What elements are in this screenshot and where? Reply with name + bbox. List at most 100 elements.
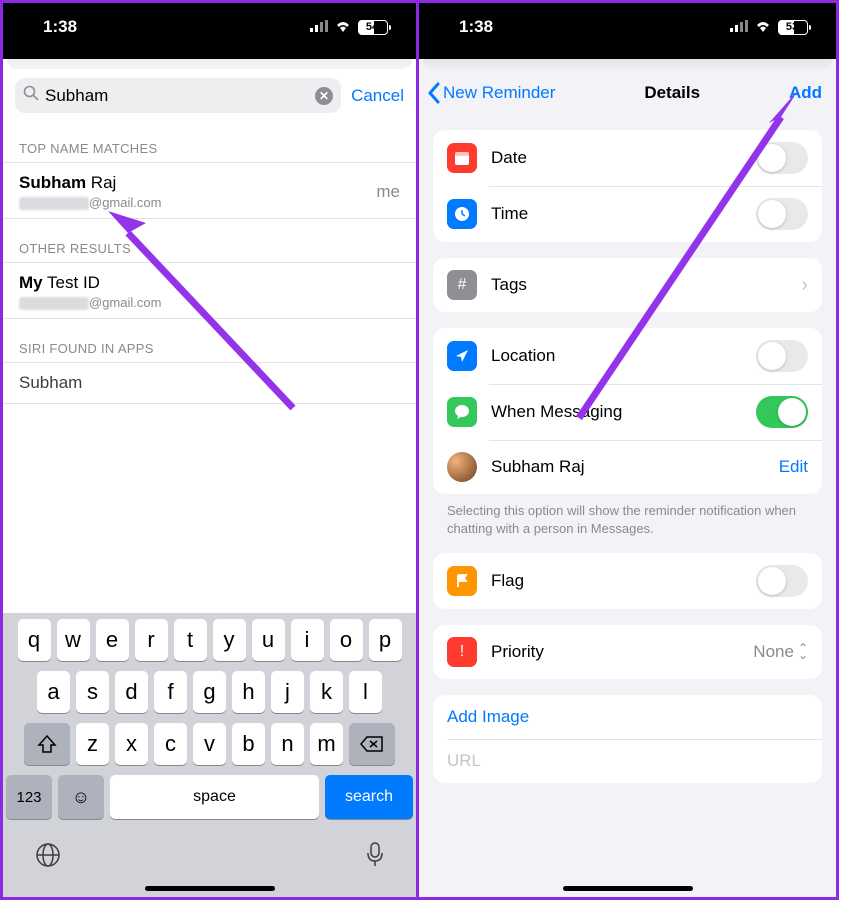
contact-email: @gmail.com bbox=[19, 195, 161, 210]
back-button[interactable]: New Reminder bbox=[427, 82, 555, 104]
flag-toggle[interactable] bbox=[756, 565, 808, 597]
cancel-button[interactable]: Cancel bbox=[351, 86, 404, 106]
group-priority: ! Priority None ⌃⌄ bbox=[433, 625, 822, 679]
group-location-messaging: Location When Messaging Subham Raj Edit bbox=[433, 328, 822, 494]
messages-icon bbox=[447, 397, 477, 427]
key-x[interactable]: x bbox=[115, 723, 148, 765]
wifi-icon bbox=[754, 19, 772, 35]
priority-icon: ! bbox=[447, 637, 477, 667]
key-e[interactable]: e bbox=[96, 619, 129, 661]
phone-right-reminder-details: 1:38 53 New Reminder Details Add Date bbox=[419, 0, 839, 900]
section-siri: SIRI FOUND IN APPS bbox=[3, 319, 416, 363]
sheet-backdrop bbox=[423, 59, 832, 69]
cell-add-image[interactable]: Add Image bbox=[433, 695, 822, 739]
status-indicators: 54 bbox=[310, 19, 388, 35]
shift-key[interactable] bbox=[24, 723, 70, 765]
chevron-right-icon: › bbox=[801, 274, 808, 297]
priority-value: None ⌃⌄ bbox=[753, 642, 808, 662]
key-c[interactable]: c bbox=[154, 723, 187, 765]
time-toggle[interactable] bbox=[756, 198, 808, 230]
cell-tags[interactable]: # Tags › bbox=[433, 258, 822, 312]
location-toggle[interactable] bbox=[756, 340, 808, 372]
status-indicators: 53 bbox=[730, 19, 808, 35]
delete-key[interactable] bbox=[349, 723, 395, 765]
search-icon bbox=[23, 85, 39, 106]
keyboard-footer bbox=[6, 829, 413, 882]
flag-icon bbox=[447, 566, 477, 596]
edit-button[interactable]: Edit bbox=[779, 457, 808, 477]
avatar bbox=[447, 452, 477, 482]
cell-time[interactable]: Time bbox=[433, 186, 822, 242]
status-bar: 1:38 53 bbox=[419, 3, 836, 59]
section-other-results: OTHER RESULTS bbox=[3, 219, 416, 263]
key-w[interactable]: w bbox=[57, 619, 90, 661]
key-y[interactable]: y bbox=[213, 619, 246, 661]
key-f[interactable]: f bbox=[154, 671, 187, 713]
home-indicator[interactable] bbox=[563, 886, 693, 891]
cell-date[interactable]: Date bbox=[433, 130, 822, 186]
key-o[interactable]: o bbox=[330, 619, 363, 661]
key-g[interactable]: g bbox=[193, 671, 226, 713]
key-n[interactable]: n bbox=[271, 723, 304, 765]
numeric-key[interactable]: 123 bbox=[6, 775, 52, 819]
date-toggle[interactable] bbox=[756, 142, 808, 174]
key-q[interactable]: q bbox=[18, 619, 51, 661]
key-a[interactable]: a bbox=[37, 671, 70, 713]
mic-icon[interactable] bbox=[365, 841, 385, 876]
status-time: 1:38 bbox=[459, 17, 493, 37]
cellular-icon bbox=[310, 19, 328, 35]
search-input[interactable] bbox=[45, 86, 309, 106]
cell-url[interactable]: URL bbox=[433, 739, 822, 783]
key-u[interactable]: u bbox=[252, 619, 285, 661]
cell-flag[interactable]: Flag bbox=[433, 553, 822, 609]
key-l[interactable]: l bbox=[349, 671, 382, 713]
status-time: 1:38 bbox=[43, 17, 77, 37]
battery-indicator: 54 bbox=[358, 20, 388, 35]
contact-email: @gmail.com bbox=[19, 295, 161, 310]
key-d[interactable]: d bbox=[115, 671, 148, 713]
key-v[interactable]: v bbox=[193, 723, 226, 765]
key-z[interactable]: z bbox=[76, 723, 109, 765]
cell-location[interactable]: Location bbox=[433, 328, 822, 384]
messaging-footer: Selecting this option will show the remi… bbox=[419, 494, 836, 537]
search-key[interactable]: search bbox=[325, 775, 413, 819]
globe-icon[interactable] bbox=[34, 841, 62, 876]
key-s[interactable]: s bbox=[76, 671, 109, 713]
home-indicator[interactable] bbox=[145, 886, 275, 891]
key-r[interactable]: r bbox=[135, 619, 168, 661]
key-i[interactable]: i bbox=[291, 619, 324, 661]
cell-contact[interactable]: Subham Raj Edit bbox=[433, 440, 822, 494]
search-box[interactable]: ✕ bbox=[15, 78, 341, 113]
siri-result-row[interactable]: Subham bbox=[3, 363, 416, 404]
group-flag: Flag bbox=[433, 553, 822, 609]
contact-name: My Test ID bbox=[19, 273, 161, 293]
group-datetime: Date Time bbox=[433, 130, 822, 242]
navbar: New Reminder Details Add bbox=[419, 72, 836, 114]
key-p[interactable]: p bbox=[369, 619, 402, 661]
space-key[interactable]: space bbox=[110, 775, 319, 819]
messaging-toggle[interactable] bbox=[756, 396, 808, 428]
cell-messaging[interactable]: When Messaging bbox=[433, 384, 822, 440]
cellular-icon bbox=[730, 19, 748, 35]
section-top-matches: TOP NAME MATCHES bbox=[3, 119, 416, 163]
key-k[interactable]: k bbox=[310, 671, 343, 713]
cell-priority[interactable]: ! Priority None ⌃⌄ bbox=[433, 625, 822, 679]
group-image-url: Add Image URL bbox=[433, 695, 822, 783]
contact-name: Subham Raj bbox=[19, 173, 161, 193]
clear-search-icon[interactable]: ✕ bbox=[315, 87, 333, 105]
contact-row-other[interactable]: My Test ID @gmail.com bbox=[3, 263, 416, 319]
add-button[interactable]: Add bbox=[789, 83, 822, 103]
key-b[interactable]: b bbox=[232, 723, 265, 765]
me-tag: me bbox=[376, 182, 400, 202]
keyboard: qwertyuiop asdfghjkl zxcvbnm 123 ☺ space… bbox=[3, 613, 416, 897]
battery-indicator: 53 bbox=[778, 20, 808, 35]
key-j[interactable]: j bbox=[271, 671, 304, 713]
page-title: Details bbox=[644, 83, 700, 103]
key-t[interactable]: t bbox=[174, 619, 207, 661]
contact-row-subham[interactable]: Subham Raj @gmail.com me bbox=[3, 163, 416, 219]
clock-icon bbox=[447, 199, 477, 229]
location-icon bbox=[447, 341, 477, 371]
emoji-key[interactable]: ☺ bbox=[58, 775, 104, 819]
key-m[interactable]: m bbox=[310, 723, 343, 765]
key-h[interactable]: h bbox=[232, 671, 265, 713]
